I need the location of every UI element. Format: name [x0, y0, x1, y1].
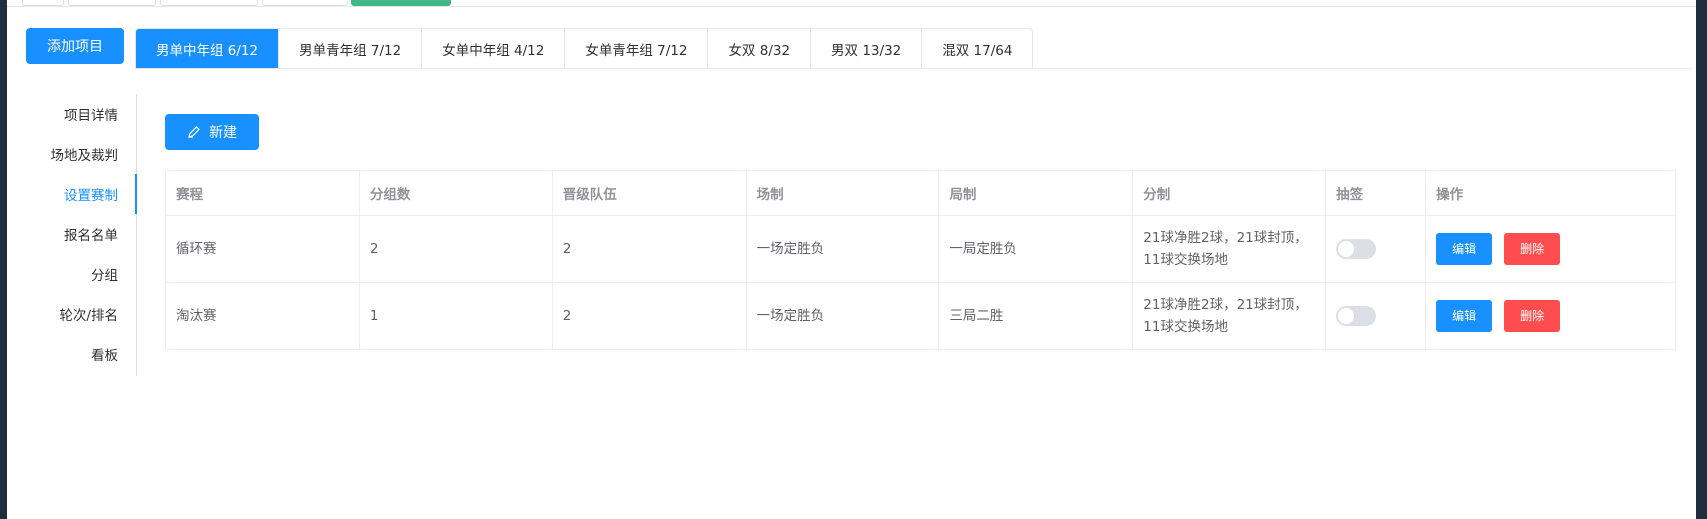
column-header: 抽签 — [1325, 170, 1427, 216]
sidebar-item-rounds-ranking[interactable]: 轮次/排名 — [59, 304, 118, 324]
add-project-button[interactable]: 添加项目 — [26, 28, 124, 64]
sidebar-item-grouping[interactable]: 分组 — [91, 264, 118, 284]
sidebar-item-format-settings[interactable]: 设置赛制 — [64, 184, 118, 204]
tab-category[interactable]: 女单青年组 7/12 — [564, 29, 707, 69]
cell-match-format: 一场定胜负 — [745, 215, 940, 283]
cell-scoring: 21球净胜2球，21球封顶， 11球交换场地 — [1132, 215, 1327, 283]
left-dark-edge — [0, 0, 7, 519]
draw-toggle[interactable] — [1336, 306, 1377, 326]
tabs-underline — [135, 68, 1692, 69]
column-header: 分制 — [1132, 170, 1327, 216]
format-table: 赛程 分组数 晋级队伍 场制 局制 分制 抽签 操作 循环赛 2 2 一场定胜负… — [165, 170, 1676, 350]
column-header: 局制 — [938, 170, 1134, 216]
right-dark-edge — [1696, 0, 1707, 519]
toggle-knob — [1338, 308, 1355, 324]
tab-category[interactable]: 女单中年组 4/12 — [421, 29, 564, 69]
delete-button[interactable]: 删除 — [1504, 233, 1561, 265]
column-header: 晋级队伍 — [551, 170, 747, 216]
cell-advance: 2 — [551, 215, 747, 283]
tab-category[interactable]: 男单青年组 7/12 — [278, 29, 421, 69]
cell-advance: 2 — [551, 282, 747, 350]
toggle-knob — [1338, 241, 1355, 257]
cell-draw — [1325, 282, 1427, 350]
sidebar-item-dashboard[interactable]: 看板 — [91, 344, 118, 364]
new-button-label: 新建 — [209, 125, 237, 141]
column-header: 场制 — [745, 170, 940, 216]
scoring-line: 21球净胜2球，21球封顶， — [1143, 297, 1308, 313]
cell-game-format: 一局定胜负 — [938, 215, 1134, 283]
table-row: 淘汰赛 1 2 一场定胜负 三局二胜 21球净胜2球，21球封顶， 11球交换场… — [165, 282, 1676, 350]
edit-button[interactable]: 编辑 — [1436, 233, 1493, 265]
column-header: 赛程 — [165, 170, 360, 216]
table-header-row: 赛程 分组数 晋级队伍 场制 局制 分制 抽签 操作 — [165, 170, 1676, 216]
new-button[interactable]: 新建 — [165, 114, 259, 150]
sidebar-nav: 项目详情 场地及裁判 设置赛制 报名名单 分组 轮次/排名 看板 — [30, 94, 137, 376]
tab-category[interactable]: 男双 13/32 — [810, 29, 921, 69]
sidebar-item-project-details[interactable]: 项目详情 — [64, 104, 118, 124]
draw-toggle[interactable] — [1336, 239, 1377, 259]
sidebar-item-registration-list[interactable]: 报名名单 — [64, 224, 118, 244]
cell-scoring: 21球净胜2球，21球封顶， 11球交换场地 — [1132, 282, 1327, 350]
sidebar-active-indicator — [135, 174, 137, 214]
sidebar-item-venue-referee[interactable]: 场地及裁判 — [51, 144, 119, 164]
scoring-line: 21球净胜2球，21球封顶， — [1143, 230, 1308, 246]
tab-category[interactable]: 混双 17/64 — [921, 29, 1032, 69]
cell-stage: 循环赛 — [165, 215, 360, 283]
cell-stage: 淘汰赛 — [165, 282, 360, 350]
column-header: 分组数 — [358, 170, 553, 216]
column-header: 操作 — [1425, 170, 1676, 216]
cell-actions: 编辑 删除 — [1425, 282, 1676, 350]
cell-match-format: 一场定胜负 — [745, 282, 940, 350]
cell-draw — [1325, 215, 1427, 283]
cell-game-format: 三局二胜 — [938, 282, 1134, 350]
cell-groups: 1 — [358, 282, 553, 350]
scoring-line: 11球交换场地 — [1143, 252, 1228, 268]
edit-button[interactable]: 编辑 — [1436, 300, 1493, 332]
cell-actions: 编辑 删除 — [1425, 215, 1676, 283]
edit-icon — [187, 125, 201, 139]
top-divider — [7, 6, 1696, 7]
delete-button[interactable]: 删除 — [1504, 300, 1561, 332]
cell-groups: 2 — [358, 215, 553, 283]
tab-category[interactable]: 男单中年组 6/12 — [136, 29, 279, 69]
tab-category[interactable]: 女双 8/32 — [707, 29, 810, 69]
table-row: 循环赛 2 2 一场定胜负 一局定胜负 21球净胜2球，21球封顶， 11球交换… — [165, 215, 1676, 283]
category-tabs: 男单中年组 6/12 男单青年组 7/12 女单中年组 4/12 女单青年组 7… — [135, 28, 1034, 69]
scoring-line: 11球交换场地 — [1143, 319, 1228, 335]
